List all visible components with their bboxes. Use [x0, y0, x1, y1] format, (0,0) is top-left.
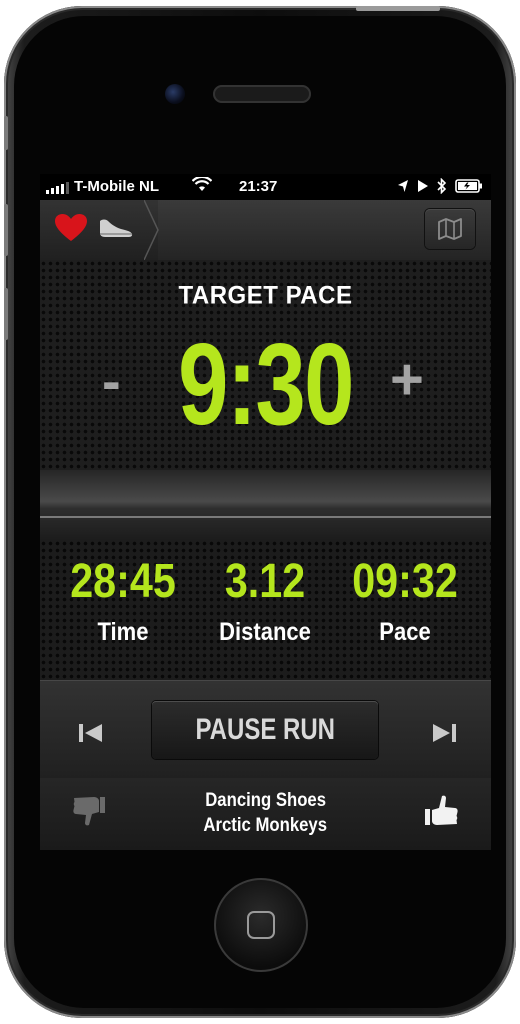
- front-camera: [165, 84, 185, 104]
- track-title-text: Dancing Shoes: [205, 790, 326, 811]
- wifi-icon: [191, 175, 213, 197]
- home-button[interactable]: [214, 878, 308, 972]
- stat-pace: 09:32 Pace: [330, 554, 480, 647]
- stat-distance: 3.12 Distance: [190, 554, 340, 647]
- location-icon: [397, 179, 409, 197]
- previous-track-icon[interactable]: [78, 723, 104, 748]
- increase-pace-button[interactable]: +: [390, 346, 424, 413]
- divider-line: [40, 516, 491, 518]
- track-artist-text: Arctic Monkeys: [203, 815, 328, 836]
- play-icon: [417, 179, 429, 197]
- power-button: [356, 6, 440, 11]
- pause-run-label: PAUSE RUN: [195, 713, 335, 746]
- stat-pace-value: 09:32: [352, 555, 458, 608]
- home-square-icon: [247, 911, 275, 939]
- app-screen: T-Mobile NL 21:37 TARGET PACE 9:30 - + 2…: [40, 174, 491, 850]
- bluetooth-icon: [437, 177, 447, 198]
- status-time: 21:37: [239, 178, 278, 195]
- target-pace-panel: TARGET PACE 9:30 - +: [40, 260, 491, 470]
- map-icon: [438, 218, 462, 245]
- music-controls: PAUSE RUN: [40, 680, 491, 780]
- top-bar: [40, 200, 491, 261]
- carrier-name: T-Mobile NL: [74, 178, 159, 195]
- next-track-icon[interactable]: [431, 723, 457, 748]
- stat-distance-value: 3.12: [224, 555, 306, 608]
- target-pace-label: TARGET PACE: [178, 281, 353, 310]
- battery-icon: [455, 179, 483, 197]
- stat-distance-label: Distance: [219, 618, 311, 646]
- decrease-pace-button[interactable]: -: [102, 348, 121, 413]
- stat-time: 28:45 Time: [48, 554, 198, 647]
- mute-switch: [4, 116, 8, 150]
- signal-icon: [46, 182, 69, 194]
- now-playing: Dancing Shoes Arctic Monkeys: [40, 778, 491, 850]
- stat-pace-label: Pace: [379, 618, 431, 646]
- divider-bar: [40, 470, 491, 540]
- volume-up-button: [4, 204, 8, 256]
- volume-down-button: [4, 288, 8, 340]
- status-bar: T-Mobile NL 21:37: [40, 174, 491, 200]
- stat-time-value: 28:45: [70, 555, 176, 608]
- heart-icon[interactable]: [54, 213, 88, 248]
- thumbs-up-icon[interactable]: [423, 792, 459, 833]
- pause-run-button[interactable]: PAUSE RUN: [152, 701, 378, 759]
- target-pace-value: 9:30: [178, 319, 354, 449]
- stats-panel: 28:45 Time 3.12 Distance 09:32 Pace: [40, 540, 491, 680]
- map-button[interactable]: [425, 209, 475, 249]
- shoe-icon[interactable]: [98, 216, 134, 245]
- earpiece-speaker: [213, 85, 311, 103]
- stat-time-label: Time: [97, 618, 149, 646]
